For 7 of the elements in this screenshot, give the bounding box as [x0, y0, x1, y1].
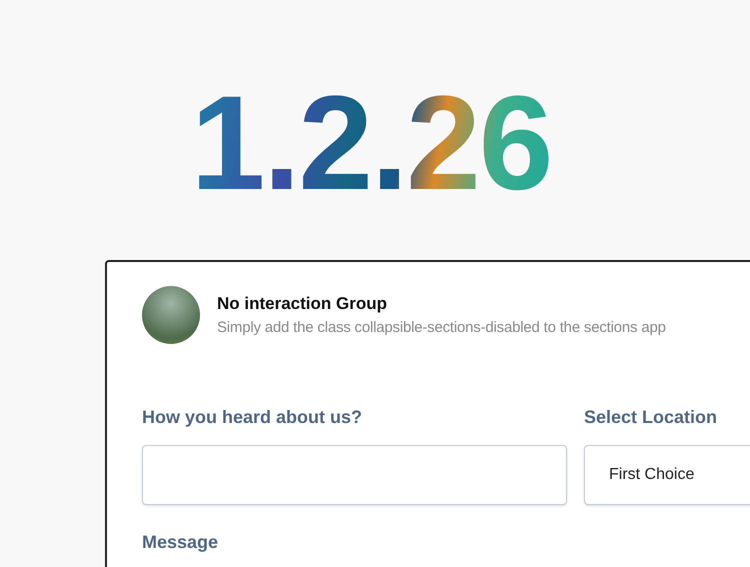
section-description: Simply add the class collapsible-sections-disabled to the sections app [217, 318, 666, 338]
field-label: Select Location [584, 406, 718, 429]
input-field[interactable] [142, 445, 567, 505]
section-title: No interaction Group [217, 293, 388, 315]
field-label: Message [142, 531, 220, 554]
select-field[interactable]: First Choice [584, 445, 750, 505]
field-label: How you heard about us? [142, 406, 364, 429]
